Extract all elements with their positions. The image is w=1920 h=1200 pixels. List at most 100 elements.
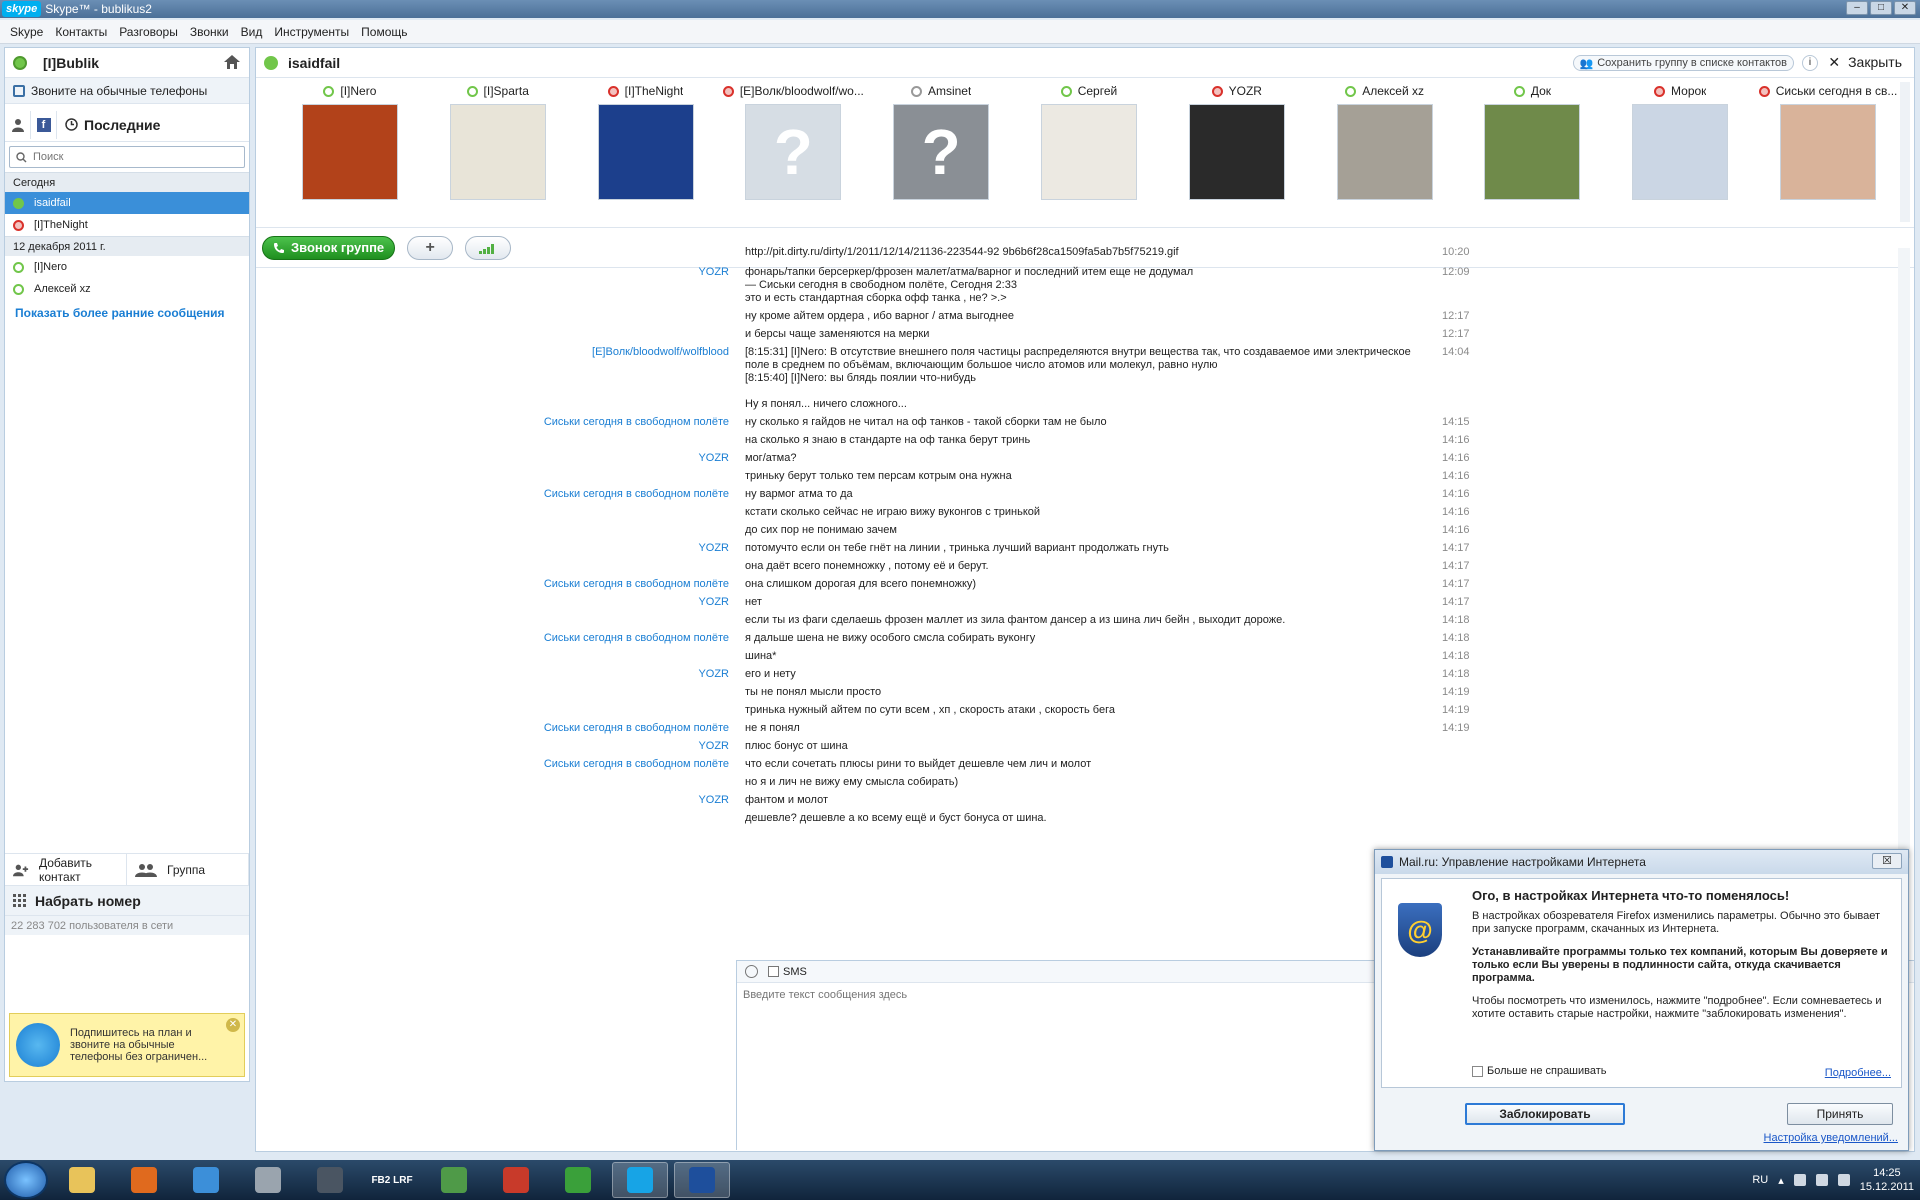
menu-contacts[interactable]: Контакты (49, 25, 113, 39)
menu-view[interactable]: Вид (235, 25, 269, 39)
dial-pad-button[interactable]: Набрать номер (5, 885, 249, 915)
participant-0[interactable]: [I]Nero (276, 82, 424, 227)
taskbar-skype[interactable] (612, 1162, 668, 1198)
minimize-button[interactable]: – (1846, 1, 1868, 15)
message-sender[interactable]: Сиськи сегодня в свободном полёте (544, 488, 729, 500)
taskbar-explorer[interactable] (54, 1162, 110, 1198)
contact-search[interactable] (9, 146, 245, 168)
home-icon[interactable] (223, 54, 241, 70)
sms-checkbox[interactable] (768, 966, 779, 977)
taskbar-mailru[interactable] (674, 1162, 730, 1198)
maximize-button[interactable]: □ (1870, 1, 1892, 15)
taskbar-firefox[interactable] (116, 1162, 172, 1198)
block-button[interactable]: Заблокировать (1465, 1103, 1625, 1125)
taskbar-money[interactable] (426, 1162, 482, 1198)
call-phones-link[interactable]: Звоните на обычные телефоны (5, 78, 249, 104)
recent-item-aleksey[interactable]: Алексей xz (5, 278, 249, 300)
participants-scrollbar[interactable] (1900, 82, 1910, 222)
history-scrollbar[interactable] (1898, 248, 1910, 858)
taskbar-music[interactable] (178, 1162, 234, 1198)
menu-conversations[interactable]: Разговоры (113, 25, 184, 39)
message-sender[interactable]: Сиськи сегодня в свободном полёте (544, 416, 729, 428)
message-sender[interactable]: YOZR (698, 596, 729, 608)
message-text[interactable]: http://pit.dirty.ru/dirty/1/2011/12/14/2… (745, 246, 1179, 258)
menu-calls[interactable]: Звонки (184, 25, 235, 39)
participant-avatar[interactable] (1780, 104, 1877, 200)
participant-avatar[interactable] (597, 104, 694, 200)
participant-avatar[interactable]: ? (745, 104, 842, 200)
tab-recent[interactable]: Последние (57, 117, 249, 133)
message-sender[interactable]: Сиськи сегодня в свободном полёте (544, 758, 729, 770)
message-sender[interactable]: YOZR (698, 794, 729, 806)
message-sender[interactable]: Сиськи сегодня в свободном полёте (544, 722, 729, 734)
participant-9[interactable]: Морок (1606, 82, 1754, 227)
search-input[interactable] (33, 151, 233, 163)
participant-2[interactable]: [I]TheNight (572, 82, 720, 227)
volume-icon[interactable] (1837, 1174, 1850, 1186)
message-sender[interactable]: [E]Волк/bloodwolf/wolfblood (592, 346, 729, 358)
notification-settings-link[interactable]: Настройка уведомлений... (1764, 1132, 1898, 1144)
profile-bar[interactable]: [I]Bublik (5, 48, 249, 78)
checkbox-box[interactable] (1472, 1065, 1483, 1077)
participant-7[interactable]: Алексей xz (1311, 82, 1459, 227)
message-history[interactable]: http://pit.dirty.ru/dirty/1/2011/12/14/2… (256, 246, 1916, 954)
message-sender[interactable]: YOZR (698, 452, 729, 464)
flag-icon[interactable] (1793, 1174, 1806, 1186)
create-group-button[interactable]: Группа (127, 854, 249, 885)
recent-item-nero[interactable]: [I]Nero (5, 256, 249, 278)
menu-tools[interactable]: Инструменты (268, 25, 355, 39)
participant-avatar[interactable] (449, 104, 546, 200)
message-sender[interactable]: Сиськи сегодня в свободном полёте (544, 632, 729, 644)
add-contact-button[interactable]: Добавить контакт (5, 854, 127, 885)
dialog-close-button[interactable]: ☒ (1872, 853, 1902, 869)
language-indicator[interactable]: RU (1752, 1174, 1768, 1186)
accept-button[interactable]: Принять (1787, 1103, 1893, 1125)
message-sender[interactable]: YOZR (698, 740, 729, 752)
participant-5[interactable]: Сергей (1015, 82, 1163, 227)
participant-10[interactable]: Сиськи сегодня в св... (1754, 82, 1902, 227)
participant-4[interactable]: Amsinet? (867, 82, 1015, 227)
participant-3[interactable]: [E]Волк/bloodwolf/wo...? (719, 82, 867, 227)
participant-avatar[interactable] (1484, 104, 1581, 200)
close-button[interactable]: ✕ (1894, 1, 1916, 15)
message-sender[interactable]: YOZR (698, 266, 729, 278)
taskbar-utorrent[interactable] (550, 1162, 606, 1198)
message-sender[interactable]: Сиськи сегодня в свободном полёте (544, 578, 729, 590)
recent-item-isaidfail[interactable]: isaidfail (5, 192, 249, 214)
participant-avatar[interactable]: ? (893, 104, 990, 200)
close-promo-icon[interactable]: ✕ (226, 1018, 240, 1032)
recent-item-thenight[interactable]: [I]TheNight (5, 214, 249, 236)
participant-avatar[interactable] (1188, 104, 1285, 200)
promo-banner[interactable]: Подпишитесь на план и звоните на обычные… (9, 1013, 245, 1077)
taskbar-steam[interactable] (302, 1162, 358, 1198)
participant-1[interactable]: [I]Sparta (424, 82, 572, 227)
participant-avatar[interactable] (1336, 104, 1433, 200)
tray-arrow-icon[interactable]: ▴ (1778, 1174, 1784, 1187)
profile-name[interactable]: [I]Bublik (43, 55, 99, 71)
taskbar-settings[interactable] (240, 1162, 296, 1198)
close-conversation-button[interactable]: ✕ Закрыть (1828, 54, 1902, 71)
tab-facebook[interactable]: f (31, 110, 57, 139)
participant-avatar[interactable] (1040, 104, 1137, 200)
show-earlier-link[interactable]: Показать более ранние сообщения (5, 300, 249, 326)
menu-help[interactable]: Помощь (355, 25, 413, 39)
message-sender[interactable]: YOZR (698, 668, 729, 680)
more-details-link[interactable]: Подробнее... (1825, 1067, 1891, 1079)
message-sender[interactable]: YOZR (698, 542, 729, 554)
info-button[interactable]: i (1802, 55, 1818, 71)
participant-avatar[interactable] (301, 104, 398, 200)
participant-6[interactable]: YOZR (1163, 82, 1311, 227)
dont-ask-checkbox[interactable]: Больше не спрашивать (1472, 1065, 1607, 1077)
clock[interactable]: 14:25 15.12.2011 (1860, 1166, 1914, 1194)
participant-avatar[interactable] (1632, 104, 1729, 200)
taskbar-fb2lrf[interactable]: FB2 LRF (364, 1162, 420, 1198)
participant-8[interactable]: Док (1459, 82, 1607, 227)
save-group-button[interactable]: 👥 Сохранить группу в списке контактов (1572, 55, 1794, 71)
taskbar-ccleaner[interactable] (488, 1162, 544, 1198)
menu-skype[interactable]: Skype (4, 25, 49, 39)
online-status-icon[interactable] (13, 55, 27, 70)
emoticon-icon[interactable] (745, 965, 758, 978)
tab-contacts[interactable] (5, 110, 31, 139)
start-button[interactable] (4, 1161, 48, 1199)
network-icon[interactable] (1815, 1174, 1828, 1186)
